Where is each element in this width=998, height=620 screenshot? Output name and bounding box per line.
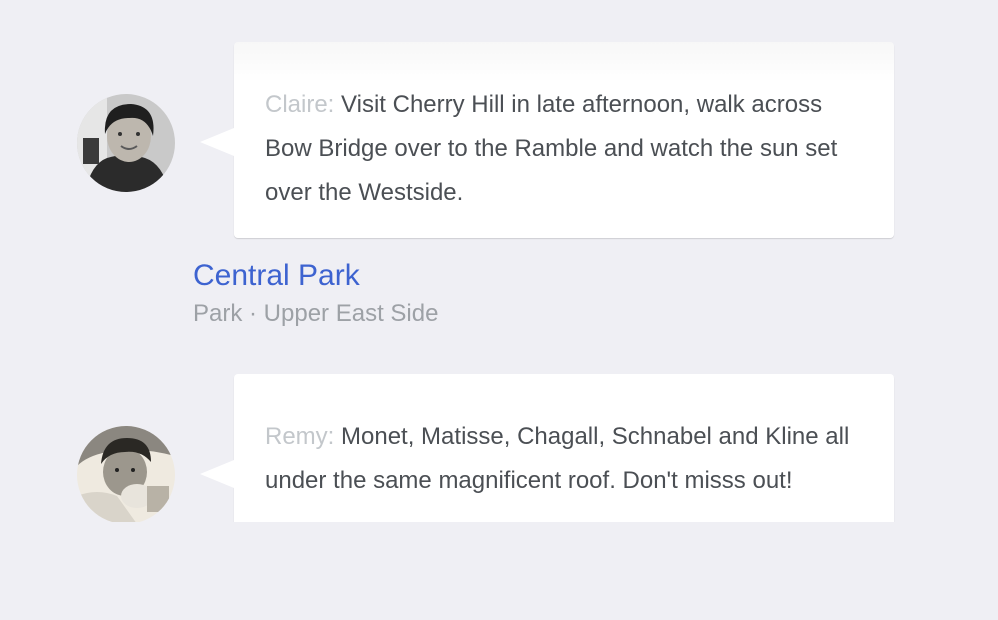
tip-author: Remy:: [265, 423, 335, 450]
tips-feed: Claire: Visit Cherry Hill in late aftern…: [0, 0, 998, 522]
avatar[interactable]: [77, 94, 175, 192]
venue-name-link[interactable]: Central Park: [193, 256, 438, 296]
bubble-arrow: [200, 128, 234, 156]
venue-info: Central Park Park · Upper East Side: [193, 256, 438, 331]
tip-body: Visit Cherry Hill in late afternoon, wal…: [265, 91, 838, 206]
tip-author: Claire:: [265, 91, 335, 118]
venue-meta: Park · Upper East Side: [193, 300, 439, 327]
avatar[interactable]: [77, 426, 175, 522]
tip-body: Monet, Matisse, Chagall, Schnabel and Kl…: [265, 423, 850, 494]
tip-bubble: Remy: Monet, Matisse, Chagall, Schnabel …: [200, 374, 894, 522]
bubble-arrow: [200, 460, 234, 488]
tip-text: Claire: Visit Cherry Hill in late aftern…: [265, 83, 864, 215]
tip-bubble: Claire: Visit Cherry Hill in late aftern…: [200, 42, 894, 238]
tip-text: Remy: Monet, Matisse, Chagall, Schnabel …: [265, 415, 864, 503]
